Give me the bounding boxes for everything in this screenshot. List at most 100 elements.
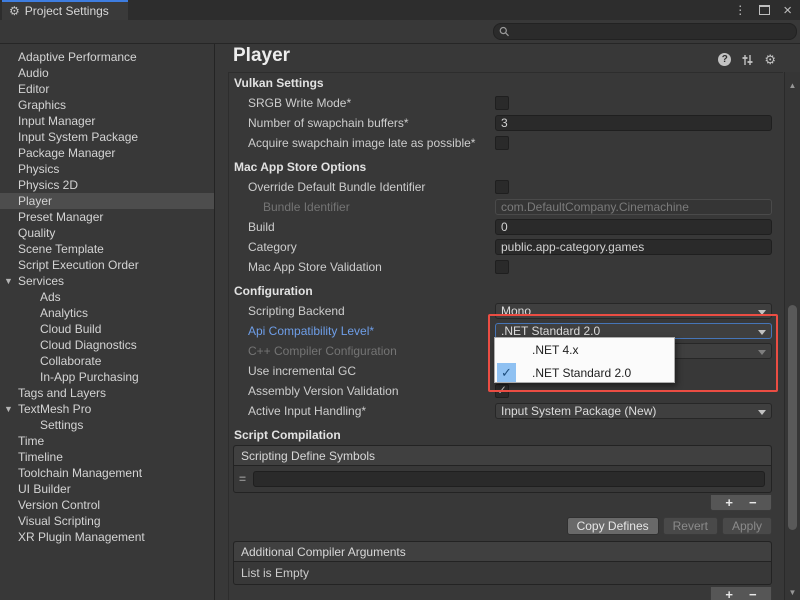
maximize-icon[interactable]	[759, 5, 770, 15]
sidebar-item-label: TextMesh Pro	[18, 402, 91, 416]
section-configuration: Configuration	[233, 281, 772, 301]
player-settings-panel: Player ? ⚙ Vulkan Settings SRGB Write Mo…	[216, 44, 800, 600]
sidebar-item-version-control[interactable]: Version Control	[0, 497, 214, 513]
scroll-up-icon[interactable]: ▲	[785, 81, 800, 90]
sidebar-item-services[interactable]: ▼ Services	[0, 273, 214, 289]
sidebar-item-cloud-build[interactable]: Cloud Build	[0, 321, 214, 337]
compiler-arguments-header: Additional Compiler Arguments	[234, 542, 771, 562]
search-input[interactable]	[513, 24, 796, 39]
search-box[interactable]	[493, 23, 797, 40]
settings-category-list: Adaptive Performance Audio Editor Graphi…	[0, 44, 215, 600]
field-label: Use incremental GC	[233, 364, 495, 378]
row-build: Build	[233, 217, 772, 237]
sidebar-item-visual-scripting[interactable]: Visual Scripting	[0, 513, 214, 529]
sidebar-item-cloud-diagnostics[interactable]: Cloud Diagnostics	[0, 337, 214, 353]
sidebar-item-time[interactable]: Time	[0, 433, 214, 449]
toolbar	[0, 20, 800, 44]
sidebar-item-player[interactable]: Player	[0, 193, 214, 209]
sidebar-item-in-app-purchasing[interactable]: In-App Purchasing	[0, 369, 214, 385]
sidebar-item-tmp-settings[interactable]: Settings	[0, 417, 214, 433]
sidebar-item-xr-plugin-management[interactable]: XR Plugin Management	[0, 529, 214, 545]
define-symbol-entry: =	[234, 466, 771, 492]
row-acquire-swapchain: Acquire swapchain image late as possible…	[233, 133, 772, 153]
sidebar-item-toolchain-management[interactable]: Toolchain Management	[0, 465, 214, 481]
define-symbol-input[interactable]	[253, 471, 765, 487]
close-icon[interactable]: ×	[783, 3, 792, 18]
sidebar-item-preset-manager[interactable]: Preset Manager	[0, 209, 214, 225]
sidebar-item-textmesh-pro[interactable]: ▼ TextMesh Pro	[0, 401, 214, 417]
sidebar-item-timeline[interactable]: Timeline	[0, 449, 214, 465]
field-label: Mac App Store Validation	[233, 260, 495, 274]
sidebar-item-package-manager[interactable]: Package Manager	[0, 145, 214, 161]
row-srgb-write-mode: SRGB Write Mode*	[233, 93, 772, 113]
acquire-swapchain-checkbox[interactable]	[495, 136, 509, 150]
field-label: Api Compatibility Level*	[233, 324, 495, 338]
row-active-input-handling: Active Input Handling* Input System Pack…	[233, 401, 772, 421]
add-button[interactable]: +	[725, 496, 733, 509]
sidebar-item-physics[interactable]: Physics	[0, 161, 214, 177]
sidebar-item-quality[interactable]: Quality	[0, 225, 214, 241]
sidebar-item-input-system-package[interactable]: Input System Package	[0, 129, 214, 145]
row-swapchain-buffers: Number of swapchain buffers*	[233, 113, 772, 133]
expander-icon[interactable]: ▼	[4, 401, 13, 417]
scroll-down-icon[interactable]: ▼	[785, 588, 800, 597]
swapchain-buffers-input[interactable]	[495, 115, 772, 131]
tab-title: Project Settings	[25, 4, 109, 18]
field-label: Bundle Identifier	[233, 200, 495, 214]
field-label: Assembly Version Validation	[233, 384, 495, 398]
mac-validation-checkbox[interactable]	[495, 260, 509, 274]
additional-compiler-arguments-box: Additional Compiler Arguments List is Em…	[233, 541, 772, 585]
sidebar-item-audio[interactable]: Audio	[0, 65, 214, 81]
api-compatibility-popup: .NET 4.x ✓ .NET Standard 2.0	[494, 337, 675, 383]
settings-scroll-area: Vulkan Settings SRGB Write Mode* Number …	[228, 72, 783, 600]
row-override-bundle-id: Override Default Bundle Identifier	[233, 177, 772, 197]
drag-handle-icon[interactable]: =	[239, 472, 245, 486]
preset-icon[interactable]	[741, 54, 754, 66]
scripting-backend-dropdown[interactable]: Mono	[495, 303, 772, 319]
scripting-define-symbols-box: Scripting Define Symbols =	[233, 445, 772, 493]
build-input[interactable]	[495, 219, 772, 235]
vertical-scrollbar[interactable]: ▲ ▼	[784, 72, 800, 600]
dropdown-option-net-4x[interactable]: .NET 4.x	[495, 338, 674, 361]
sidebar-item-analytics[interactable]: Analytics	[0, 305, 214, 321]
sidebar-item-ads[interactable]: Ads	[0, 289, 214, 305]
override-bundle-id-checkbox[interactable]	[495, 180, 509, 194]
remove-button[interactable]: −	[749, 496, 757, 509]
remove-button[interactable]: −	[749, 588, 757, 600]
window-menu-icon[interactable]: ⋮	[734, 3, 746, 17]
section-vulkan-settings: Vulkan Settings	[233, 73, 772, 93]
dropdown-option-net-standard-20[interactable]: ✓ .NET Standard 2.0	[495, 361, 674, 384]
add-button[interactable]: +	[725, 588, 733, 600]
field-label: Override Default Bundle Identifier	[233, 180, 495, 194]
srgb-write-mode-checkbox[interactable]	[495, 96, 509, 110]
expander-icon[interactable]: ▼	[4, 273, 13, 289]
copy-defines-button[interactable]: Copy Defines	[567, 517, 659, 535]
sidebar-item-editor[interactable]: Editor	[0, 81, 214, 97]
sidebar-item-adaptive-performance[interactable]: Adaptive Performance	[0, 49, 214, 65]
row-bundle-identifier: Bundle Identifier	[233, 197, 772, 217]
sidebar-item-scene-template[interactable]: Scene Template	[0, 241, 214, 257]
gear-icon[interactable]: ⚙	[764, 53, 776, 66]
sidebar-item-ui-builder[interactable]: UI Builder	[0, 481, 214, 497]
tab-project-settings[interactable]: ⚙ Project Settings	[2, 0, 128, 20]
bundle-identifier-input	[495, 199, 772, 215]
row-category: Category	[233, 237, 772, 257]
category-input[interactable]	[495, 239, 772, 255]
sidebar-item-collaborate[interactable]: Collaborate	[0, 353, 214, 369]
assembly-validation-checkbox[interactable]	[495, 384, 509, 398]
sidebar-item-physics-2d[interactable]: Physics 2D	[0, 177, 214, 193]
sidebar-item-script-execution-order[interactable]: Script Execution Order	[0, 257, 214, 273]
field-label: Acquire swapchain image late as possible…	[233, 136, 495, 150]
row-mac-validation: Mac App Store Validation	[233, 257, 772, 277]
define-symbols-header: Scripting Define Symbols	[234, 446, 771, 466]
sidebar-item-graphics[interactable]: Graphics	[0, 97, 214, 113]
active-input-handling-dropdown[interactable]: Input System Package (New)	[495, 403, 772, 419]
dropdown-option-label: .NET Standard 2.0	[532, 366, 631, 380]
sidebar-item-tags-and-layers[interactable]: Tags and Layers	[0, 385, 214, 401]
scrollbar-thumb[interactable]	[788, 305, 797, 530]
field-label: C++ Compiler Configuration	[233, 344, 495, 358]
sidebar-item-input-manager[interactable]: Input Manager	[0, 113, 214, 129]
field-label: Build	[233, 220, 495, 234]
row-assembly-validation: Assembly Version Validation	[233, 381, 772, 401]
help-icon[interactable]: ?	[718, 53, 731, 66]
